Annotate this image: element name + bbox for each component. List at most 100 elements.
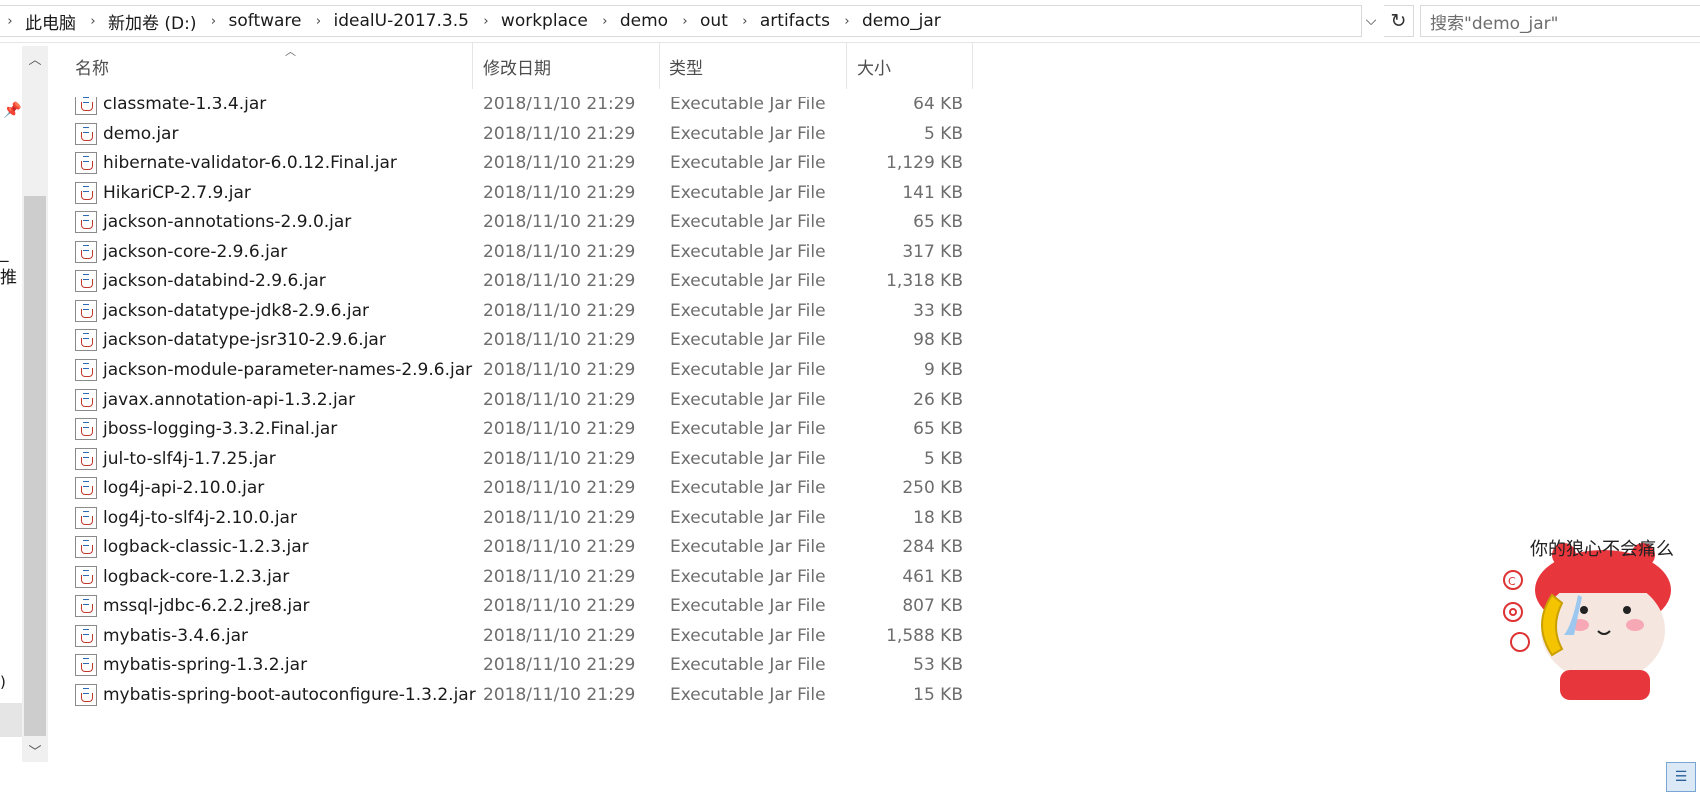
file-row[interactable]: logback-classic-1.2.3.jar 2018/11/10 21:2…	[50, 531, 1060, 563]
file-row[interactable]: javax.annotation-api-1.3.2.jar 2018/11/10…	[50, 384, 1060, 416]
svg-text:C: C	[1508, 575, 1516, 588]
file-row[interactable]: jul-to-slf4j-1.7.25.jar 2018/11/10 21:29 E…	[50, 443, 1060, 475]
column-header-size[interactable]: 大小	[847, 43, 973, 89]
file-row[interactable]: mybatis-spring-boot-autoconfigure-1.3.2.…	[50, 679, 1060, 711]
file-modified-date: 2018/11/10 21:29	[483, 449, 636, 469]
file-row[interactable]: log4j-api-2.10.0.jar 2018/11/10 21:29 Exec…	[50, 472, 1060, 504]
file-modified-date: 2018/11/10 21:29	[483, 537, 636, 557]
breadcrumb-item[interactable]: idealU-2017.3.5	[329, 11, 476, 31]
file-row[interactable]: classmate-1.3.4.jar 2018/11/10 21:29 Execu…	[50, 97, 1060, 120]
file-row[interactable]: jackson-datatype-jsr310-2.9.6.jar 2018/11…	[50, 324, 1060, 356]
file-size: 65 KB	[913, 212, 963, 232]
address-history-dropdown[interactable]: ⌵	[1358, 5, 1384, 37]
refresh-button[interactable]: ↻	[1384, 5, 1414, 37]
file-row[interactable]: HikariCP-2.7.9.jar 2018/11/10 21:29 Execut…	[50, 177, 1060, 209]
file-name: jackson-databind-2.9.6.jar	[103, 271, 326, 291]
file-size: 461 KB	[902, 567, 963, 587]
chevron-right-icon[interactable]: ›	[735, 14, 755, 29]
search-input[interactable]: 搜索"demo_jar"	[1420, 5, 1700, 37]
file-row[interactable]: hibernate-validator-6.0.12.Final.jar 2018…	[50, 147, 1060, 179]
breadcrumb-item[interactable]: artifacts	[755, 11, 837, 31]
file-row[interactable]: mssql-jdbc-6.2.2.jre8.jar 2018/11/10 21:2…	[50, 590, 1060, 622]
file-row[interactable]: log4j-to-slf4j-2.10.0.jar 2018/11/10 21:2…	[50, 502, 1060, 534]
column-header-label: 名称	[75, 58, 109, 79]
file-name: log4j-to-slf4j-2.10.0.jar	[103, 508, 297, 528]
file-name: jackson-core-2.9.6.jar	[103, 242, 288, 262]
file-size: 317 KB	[902, 242, 963, 262]
jar-file-icon	[75, 300, 97, 322]
file-size: 807 KB	[902, 596, 963, 616]
breadcrumb[interactable]: › 此电脑 › 新加卷 (D:) › software › idealU-2017.3.5 › w…	[0, 5, 1362, 37]
file-size: 5 KB	[923, 124, 963, 144]
navigation-scrollbar[interactable]: ︿ ﹀	[22, 46, 48, 762]
details-view-button[interactable]: ☰	[1666, 762, 1696, 792]
file-modified-date: 2018/11/10 21:29	[483, 655, 636, 675]
file-row[interactable]: jackson-annotations-2.9.0.jar 2018/11/10 …	[50, 206, 1060, 238]
file-modified-date: 2018/11/10 21:29	[483, 183, 636, 203]
nav-item-fragment[interactable]: )	[0, 673, 6, 691]
jar-file-icon	[75, 359, 97, 381]
jar-file-icon	[75, 270, 97, 292]
breadcrumb-item[interactable]: 新加卷 (D:)	[103, 9, 204, 34]
file-row[interactable]: mybatis-3.4.6.jar 2018/11/10 21:29 Executa…	[50, 620, 1060, 652]
file-size: 26 KB	[913, 390, 963, 410]
file-size: 1,129 KB	[886, 153, 963, 173]
breadcrumb-item[interactable]: out	[695, 11, 735, 31]
jar-file-icon	[75, 448, 97, 470]
scroll-down-icon[interactable]: ﹀	[22, 738, 48, 762]
column-header-name[interactable]: 名称	[50, 43, 473, 89]
file-size: 1,588 KB	[886, 626, 963, 646]
sticker-caption: 你的狼心不会痛么	[1530, 539, 1674, 560]
file-row[interactable]: jackson-databind-2.9.6.jar 2018/11/10 21:…	[50, 265, 1060, 297]
file-row[interactable]: mybatis-spring-1.3.2.jar 2018/11/10 21:29…	[50, 649, 1060, 681]
jar-file-icon	[75, 182, 97, 204]
file-row[interactable]: jboss-logging-3.3.2.Final.jar 2018/11/10 …	[50, 413, 1060, 445]
breadcrumb-item[interactable]: 此电脑	[20, 9, 83, 34]
breadcrumb-item[interactable]: demo	[615, 11, 675, 31]
breadcrumb-item[interactable]: workplace	[496, 11, 595, 31]
jar-file-icon	[75, 329, 97, 351]
file-name: mssql-jdbc-6.2.2.jre8.jar	[103, 596, 310, 616]
file-type: Executable Jar File	[670, 537, 826, 557]
file-size: 65 KB	[913, 419, 963, 439]
nav-item-fragment[interactable]: _推	[0, 243, 22, 288]
file-row[interactable]: logback-core-1.2.3.jar 2018/11/10 21:29 Ex…	[50, 561, 1060, 593]
scrollbar-thumb[interactable]	[24, 196, 46, 736]
file-modified-date: 2018/11/10 21:29	[483, 242, 636, 262]
chevron-right-icon[interactable]: ›	[83, 14, 103, 29]
file-type: Executable Jar File	[670, 419, 826, 439]
chevron-right-icon[interactable]: ›	[675, 14, 695, 29]
file-row[interactable]: jackson-core-2.9.6.jar 2018/11/10 21:29 Ex…	[50, 236, 1060, 268]
file-modified-date: 2018/11/10 21:29	[483, 390, 636, 410]
chevron-right-icon[interactable]: ›	[204, 14, 224, 29]
column-header-date[interactable]: 修改日期	[473, 43, 660, 89]
chevron-right-icon[interactable]: ›	[0, 14, 20, 29]
scroll-up-icon[interactable]: ︿	[22, 46, 48, 70]
file-row[interactable]: demo.jar 2018/11/10 21:29 Executable Jar F…	[50, 118, 1060, 150]
file-name: HikariCP-2.7.9.jar	[103, 183, 251, 203]
file-type: Executable Jar File	[670, 242, 826, 262]
chevron-right-icon[interactable]: ›	[309, 14, 329, 29]
jar-file-icon	[75, 152, 97, 174]
file-row[interactable]: jackson-datatype-jdk8-2.9.6.jar 2018/11/1…	[50, 295, 1060, 327]
column-header-label: 大小	[857, 58, 891, 79]
file-type: Executable Jar File	[670, 655, 826, 675]
file-type: Executable Jar File	[670, 183, 826, 203]
nav-selected-item[interactable]	[0, 703, 22, 737]
file-modified-date: 2018/11/10 21:29	[483, 124, 636, 144]
breadcrumb-item[interactable]: demo_jar	[857, 11, 948, 31]
file-name: log4j-api-2.10.0.jar	[103, 478, 265, 498]
breadcrumb-item[interactable]: software	[224, 11, 309, 31]
chevron-right-icon[interactable]: ›	[595, 14, 615, 29]
file-size: 9 KB	[923, 360, 963, 380]
pin-icon[interactable]: 📌	[3, 101, 22, 119]
file-row[interactable]: jackson-module-parameter-names-2.9.6.jar…	[50, 354, 1060, 386]
details-view-icon: ☰	[1674, 769, 1688, 785]
chevron-right-icon[interactable]: ›	[837, 14, 857, 29]
address-bar: › 此电脑 › 新加卷 (D:) › software › idealU-2017.3.5 › w…	[0, 0, 1700, 43]
file-type: Executable Jar File	[670, 124, 826, 144]
chevron-right-icon[interactable]: ›	[476, 14, 496, 29]
navigation-pane: 📌 _推 )	[0, 43, 22, 763]
file-modified-date: 2018/11/10 21:29	[483, 419, 636, 439]
column-header-type[interactable]: 类型	[660, 43, 847, 89]
